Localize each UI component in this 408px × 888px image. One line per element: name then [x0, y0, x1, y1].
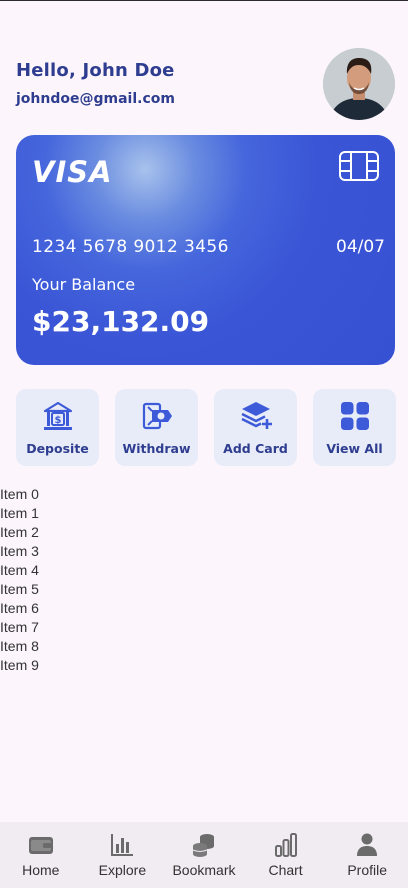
- nav-chart[interactable]: Chart: [245, 822, 327, 878]
- avatar-photo: [323, 48, 395, 120]
- list-item[interactable]: Item 8: [0, 637, 39, 656]
- bar-chart-icon: [111, 834, 134, 856]
- person-icon: [357, 833, 378, 856]
- greeting-title: Hello, John Doe: [16, 60, 175, 81]
- view-all-button[interactable]: View All: [313, 389, 396, 466]
- nav-home[interactable]: Home: [0, 822, 82, 878]
- card-brand: VISA: [32, 155, 113, 189]
- nav-profile[interactable]: Profile: [326, 822, 408, 878]
- user-email: johndoe@gmail.com: [16, 91, 175, 107]
- card-expiry: 04/07: [336, 237, 385, 257]
- nav-bookmark[interactable]: Bookmark: [163, 822, 245, 878]
- item-list: Item 0 Item 1 Item 2 Item 3 Item 4 Item …: [0, 485, 39, 675]
- nav-profile-label: Profile: [347, 862, 388, 878]
- coins-icon: [192, 834, 214, 857]
- list-item[interactable]: Item 3: [0, 542, 39, 561]
- deposit-button[interactable]: $ Deposite: [16, 389, 99, 466]
- nav-chart-label: Chart: [268, 862, 303, 878]
- list-item[interactable]: Item 7: [0, 618, 39, 637]
- nav-explore[interactable]: Explore: [82, 822, 164, 878]
- balance-amount: $23,132.09: [32, 305, 210, 338]
- add-card-label: Add Card: [223, 441, 288, 456]
- list-item[interactable]: Item 5: [0, 580, 39, 599]
- withdraw-label: Withdraw: [122, 441, 191, 456]
- quick-actions: $ Deposite Withdraw Add Card View All: [16, 389, 396, 466]
- list-item[interactable]: Item 2: [0, 523, 39, 542]
- greeting-section: Hello, John Doe johndoe@gmail.com: [16, 60, 175, 107]
- svg-text:$: $: [54, 415, 61, 426]
- list-item[interactable]: Item 4: [0, 561, 39, 580]
- nav-explore-label: Explore: [98, 862, 147, 878]
- bottom-navigation: Home Explore Bookmark Chart Profile: [0, 822, 408, 888]
- avatar[interactable]: [323, 48, 395, 120]
- add-card-stack-icon: [240, 402, 272, 429]
- bank-deposit-icon: $: [43, 401, 72, 430]
- withdraw-button[interactable]: Withdraw: [115, 389, 198, 466]
- cash-withdraw-icon: [142, 402, 172, 430]
- grid-icon: [340, 402, 369, 430]
- deposit-label: Deposite: [26, 441, 89, 456]
- signal-bars-icon: [274, 833, 297, 857]
- credit-card[interactable]: VISA 1234 5678 9012 3456 04/07 Your Bala…: [16, 135, 395, 365]
- nav-home-label: Home: [22, 862, 60, 878]
- list-item[interactable]: Item 1: [0, 504, 39, 523]
- status-line: [0, 0, 408, 1]
- balance-label: Your Balance: [32, 275, 136, 294]
- chip-icon: [339, 151, 379, 181]
- add-card-button[interactable]: Add Card: [214, 389, 297, 466]
- list-item[interactable]: Item 6: [0, 599, 39, 618]
- list-item[interactable]: Item 9: [0, 656, 39, 675]
- wallet-icon: [28, 837, 53, 854]
- list-item[interactable]: Item 0: [0, 485, 39, 504]
- card-number: 1234 5678 9012 3456: [32, 237, 229, 257]
- view-all-label: View All: [326, 441, 383, 456]
- nav-bookmark-label: Bookmark: [172, 862, 236, 878]
